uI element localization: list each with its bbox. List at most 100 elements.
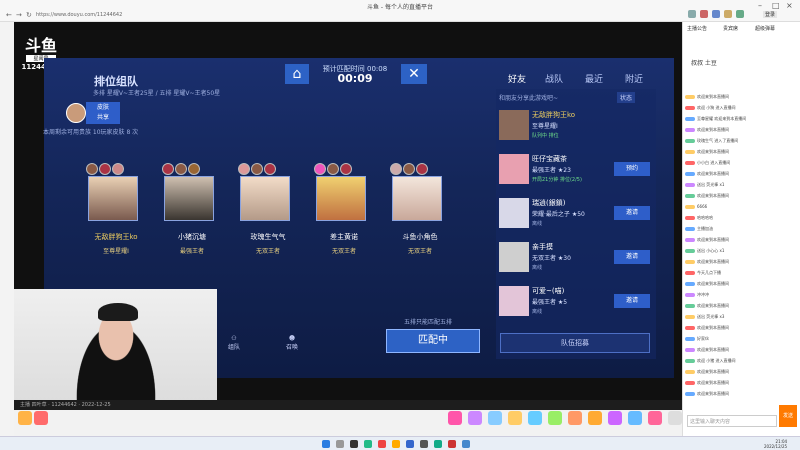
login-button[interactable]: 登录 xyxy=(763,11,778,18)
home-icon[interactable]: ⌂ xyxy=(285,64,309,84)
tab-nearby[interactable]: 附近 xyxy=(625,72,643,85)
user-badge-icon xyxy=(685,227,695,231)
app-icon[interactable] xyxy=(378,440,386,448)
gift-icon[interactable] xyxy=(588,411,602,425)
friend-status: 开局21分钟 排位(2/5) xyxy=(532,177,582,183)
gift-icon[interactable] xyxy=(548,411,562,425)
app-icon[interactable] xyxy=(462,440,470,448)
gift-icon[interactable] xyxy=(448,411,462,425)
gift-icon[interactable] xyxy=(528,411,542,425)
friend-row[interactable]: 可爱~(喵) 最强王者 ★5 离线 邀请 xyxy=(498,284,653,322)
friend-status: 队列中 排位 xyxy=(532,133,559,139)
user-badge-icon xyxy=(685,150,695,154)
chat-text: 玫瑰生气 进入了直播间 xyxy=(697,138,739,143)
chat-message: 今天几点下播 xyxy=(685,270,797,277)
tab-clan[interactable]: 战队 xyxy=(545,72,563,85)
status-button[interactable]: 状态 xyxy=(617,92,636,103)
host-name: 叔叔 土豆 xyxy=(691,60,717,67)
gift-icon[interactable] xyxy=(488,411,502,425)
close-icon[interactable]: × xyxy=(786,1,793,10)
team-recruit-button[interactable]: 队伍招募 xyxy=(500,333,650,353)
user-badge-icon xyxy=(685,161,695,165)
gift-icon[interactable] xyxy=(34,411,48,425)
chat-message: 至尊星耀 欢迎来到本直播间 xyxy=(685,116,797,123)
chat-message: 欢迎来到本直播间 xyxy=(685,94,797,101)
app-icon[interactable] xyxy=(434,440,442,448)
user-badge-icon xyxy=(685,381,695,385)
chat-text: 6666 xyxy=(697,204,708,209)
tab-notice[interactable]: 主播公告 xyxy=(687,25,707,32)
back-icon[interactable]: ← xyxy=(6,11,12,19)
friend-avatar xyxy=(499,198,529,228)
team-slot[interactable]: 斗鱼小角色 无双王者 xyxy=(380,160,460,270)
tab-vip[interactable]: 贵宾席 xyxy=(723,25,738,32)
friend-row[interactable]: 旺仔宝藏茶 最强王者 ★23 开局21分钟 排位(2/5) 预约 xyxy=(498,152,653,190)
app-icon[interactable] xyxy=(364,440,372,448)
gift-icon[interactable] xyxy=(668,411,682,425)
chat-text: 欢迎 小猪 进入直播间 xyxy=(697,358,736,363)
friend-name: 无敌胖狗王ko xyxy=(532,111,576,119)
gift-icon[interactable] xyxy=(508,411,522,425)
app-icon[interactable] xyxy=(420,440,428,448)
user-badge-icon xyxy=(685,348,695,352)
friend-row[interactable]: 无敌胖狗王ko 至尊星耀I 队列中 排位 xyxy=(498,108,653,146)
start-icon[interactable] xyxy=(322,440,330,448)
extension-icon[interactable] xyxy=(712,10,720,18)
team-slot[interactable]: 玫瑰生气气 无双王者 xyxy=(228,160,308,270)
tab-friends[interactable]: 好友 xyxy=(508,72,526,85)
app-icon[interactable] xyxy=(406,440,414,448)
chat-message: 送出 小心心 x1 xyxy=(685,248,797,255)
player-avatar xyxy=(88,176,138,221)
address-bar[interactable]: https://www.douyu.com/11244642 xyxy=(36,10,666,20)
gift-icon[interactable] xyxy=(468,411,482,425)
chat-message: 玫瑰生气 进入了直播间 xyxy=(685,138,797,145)
forward-icon[interactable]: → xyxy=(16,11,22,19)
summon-button[interactable]: ☻ 召唤 xyxy=(282,335,302,351)
team-slot[interactable]: 差主黄诺 无双王者 xyxy=(304,160,384,270)
team-button[interactable]: ⚇ 组队 xyxy=(224,335,244,351)
reserve-button[interactable]: 预约 xyxy=(614,162,650,176)
extension-icon[interactable] xyxy=(736,10,744,18)
summon-icon: ☻ xyxy=(288,335,296,342)
team-slot[interactable]: 小猪沉塘 最强王者 xyxy=(152,160,232,270)
chat-text: 欢迎来到本直播间 xyxy=(697,347,729,352)
gift-icon[interactable] xyxy=(628,411,642,425)
hero-picks xyxy=(86,160,146,175)
minimize-icon[interactable]: – xyxy=(758,1,762,10)
friend-row[interactable]: 亲手摸 无双王者 ★30 离线 邀请 xyxy=(498,240,653,278)
tab-recent[interactable]: 最近 xyxy=(585,72,603,85)
maximize-icon[interactable]: □ xyxy=(772,1,780,10)
app-icon[interactable] xyxy=(448,440,456,448)
skin-share-button[interactable]: 皮肤 共享 xyxy=(86,102,120,124)
chat-input[interactable]: 这里输入聊天内容 xyxy=(687,415,777,427)
chat-message: 欢迎来到本直播间 xyxy=(685,391,797,398)
extension-icon[interactable] xyxy=(700,10,708,18)
chat-message: 欢迎来到本直播间 xyxy=(685,303,797,310)
taskview-icon[interactable] xyxy=(350,440,358,448)
reload-icon[interactable]: ↻ xyxy=(26,11,32,19)
invite-button[interactable]: 邀请 xyxy=(614,206,650,220)
gift-icon[interactable] xyxy=(648,411,662,425)
invite-button[interactable]: 邀请 xyxy=(614,294,650,308)
app-icon[interactable] xyxy=(392,440,400,448)
chat-message: 欢迎来到本直播间 xyxy=(685,237,797,244)
tab-super-danmu[interactable]: 超级弹幕 xyxy=(755,25,775,32)
gift-icon[interactable] xyxy=(568,411,582,425)
gift-icon[interactable] xyxy=(608,411,622,425)
user-badge-icon xyxy=(685,359,695,363)
invite-button[interactable]: 邀请 xyxy=(614,250,650,264)
search-icon[interactable] xyxy=(336,440,344,448)
matching-button[interactable]: 匹配中 xyxy=(386,329,480,353)
friend-row[interactable]: 瑞逍(銀鎖) 荣耀·最后之子 ★50 离线 邀请 xyxy=(498,196,653,234)
chat-text: 欢迎来到本直播间 xyxy=(697,259,729,264)
chat-text: 欢迎来到本直播间 xyxy=(697,380,729,385)
send-button[interactable]: 发送 xyxy=(779,405,797,427)
cancel-icon[interactable]: ✕ xyxy=(401,64,427,84)
extension-icon[interactable] xyxy=(688,10,696,18)
team-slot[interactable]: 无敌胖狗王ko 至尊星耀I xyxy=(76,160,156,270)
player-name: 差主黄诺 xyxy=(330,233,358,241)
gift-icon[interactable] xyxy=(18,411,32,425)
chat-message: 欢迎 小猪 进入直播间 xyxy=(685,358,797,365)
extension-icon[interactable] xyxy=(724,10,732,18)
user-badge-icon xyxy=(685,238,695,242)
